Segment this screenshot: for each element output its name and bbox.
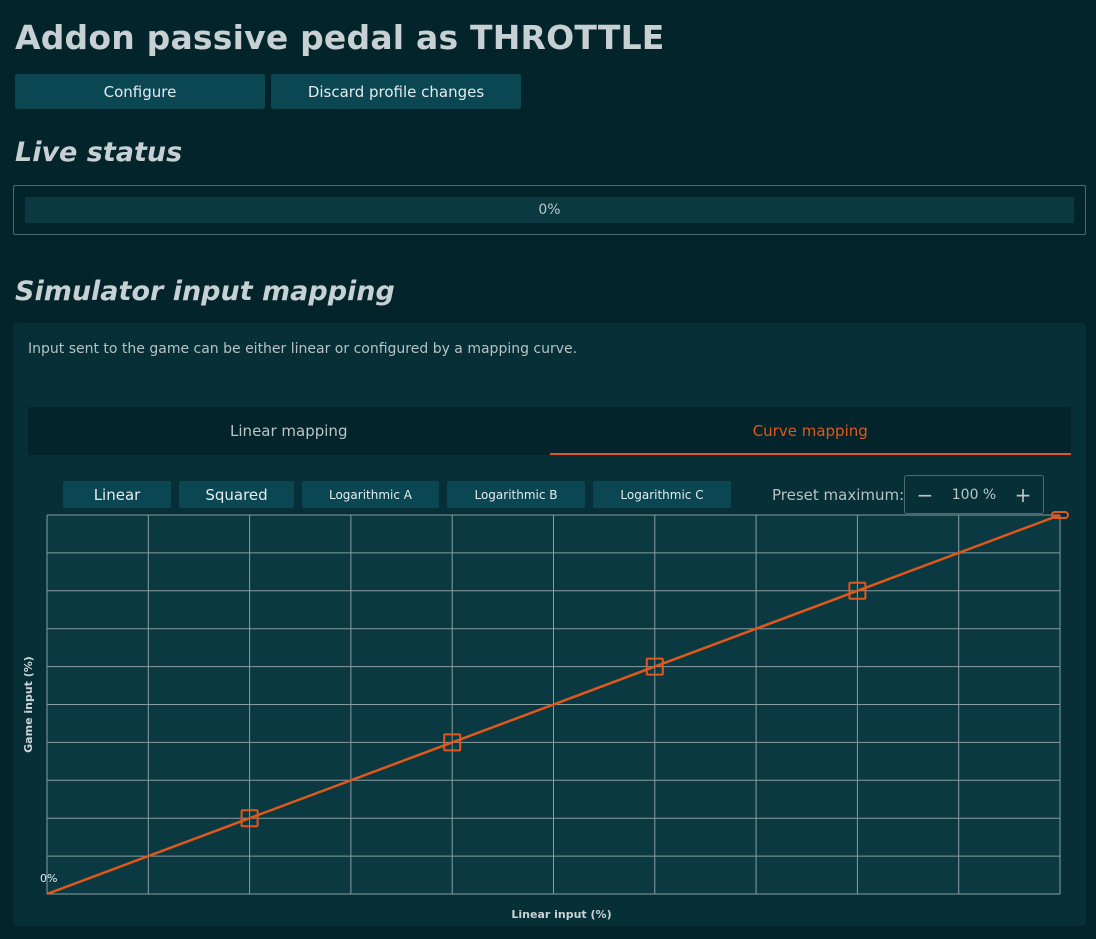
mapping-curve-chart: Linear input (%) Game input (%) 0% <box>22 511 1069 921</box>
page: Addon passive pedal as THROTTLE Configur… <box>0 0 1096 939</box>
origin-label: 0% <box>40 872 57 885</box>
y-axis-label: Game input (%) <box>22 656 35 753</box>
x-axis-label: Linear input (%) <box>511 908 611 921</box>
